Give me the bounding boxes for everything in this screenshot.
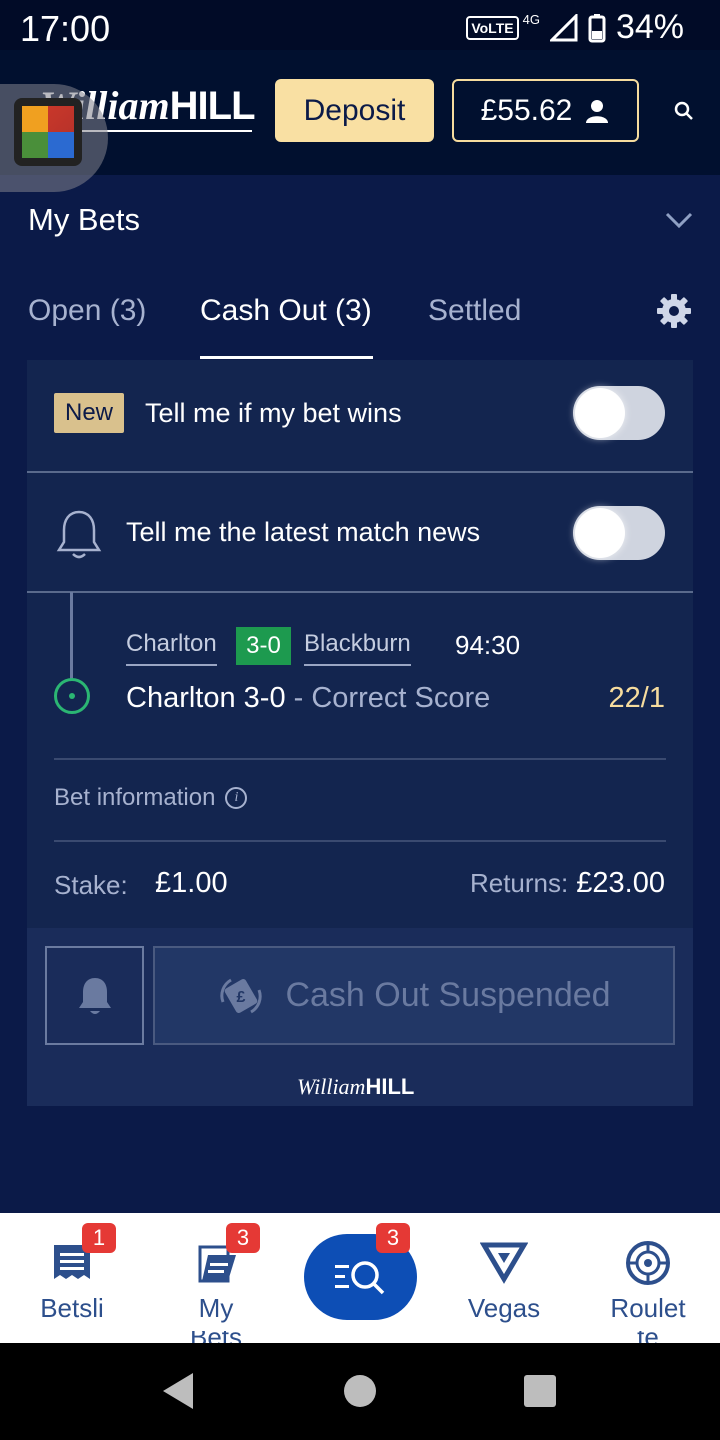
footer-logo: WilliamHILL — [297, 1074, 414, 1100]
market-name: - Correct Score — [285, 682, 491, 714]
divider — [54, 840, 666, 842]
my-bets-title[interactable]: My Bets — [28, 202, 140, 238]
bell-icon — [78, 977, 111, 1014]
account-balance-button[interactable]: £55.62 — [452, 79, 639, 142]
nav-item-roulette[interactable]: Roulet te — [576, 1213, 720, 1343]
footer-logo-bold: HILL — [365, 1074, 415, 1099]
my-bets-badge: 3 — [226, 1223, 260, 1253]
search-menu-badge: 3 — [376, 1223, 410, 1253]
network-type: 4G — [522, 12, 540, 27]
selection-name: Charlton 3-0 — [126, 682, 286, 714]
divider — [27, 591, 693, 593]
logo-bold: HILL — [169, 84, 256, 128]
chevron-down-icon[interactable] — [664, 208, 694, 232]
new-badge: New — [54, 393, 124, 433]
system-navigation-bar — [0, 1343, 720, 1440]
gear-icon[interactable] — [655, 292, 693, 330]
signal-icon — [549, 13, 578, 41]
nav-item-my-bets[interactable]: 3 My Bets — [144, 1213, 288, 1343]
returns-value: £23.00 — [576, 867, 665, 899]
vegas-icon — [480, 1242, 528, 1284]
stake-value: £1.00 — [155, 867, 228, 899]
divider — [27, 471, 693, 473]
back-icon[interactable] — [163, 1373, 193, 1409]
bell-icon — [56, 510, 102, 559]
status-icons: VoLTE 4G 34% — [466, 8, 684, 47]
svg-text:£: £ — [237, 989, 246, 1006]
battery-percent: 34% — [615, 8, 684, 46]
home-icon[interactable] — [344, 1375, 376, 1407]
tab-open[interactable]: Open (3) — [28, 294, 146, 328]
tab-settled[interactable]: Settled — [428, 294, 521, 328]
nav-label-my-bets: My — [198, 1293, 234, 1323]
nav-label-vegas: Vegas — [467, 1293, 541, 1323]
bet-selection: Charlton 3-0 - Correct Score — [126, 682, 490, 715]
returns-label: Returns: — [469, 868, 569, 898]
recent-apps-icon[interactable] — [524, 1375, 556, 1407]
divider — [54, 758, 666, 760]
roulette-icon — [626, 1241, 670, 1285]
match-clock: 94:30 — [455, 630, 521, 660]
bet-card: New Tell me if my bet wins Tell me the l… — [27, 360, 693, 1106]
home-team-link[interactable]: Charlton — [126, 630, 217, 666]
footer-logo-script: William — [297, 1074, 366, 1099]
away-team-link[interactable]: Blackburn — [304, 630, 411, 666]
returns: Returns: £23.00 — [470, 867, 665, 900]
match-news-toggle[interactable] — [573, 506, 665, 560]
nav-label-my-bets-line2: Bets — [144, 1331, 288, 1343]
bet-wins-toggle[interactable] — [573, 386, 665, 440]
bet-odds: 22/1 — [608, 682, 665, 714]
volte-icon: VoLTE — [466, 15, 519, 40]
nav-item-betslip[interactable]: 1 Betsli — [0, 1213, 144, 1343]
deposit-button[interactable]: Deposit — [275, 79, 434, 142]
betslip-badge: 1 — [82, 1223, 116, 1253]
nav-label-roulette: Roulet — [610, 1293, 686, 1323]
nav-label-roulette-line2: te — [576, 1331, 720, 1343]
tab-cash-out[interactable]: Cash Out (3) — [200, 294, 372, 328]
score-badge: 3-0 — [236, 627, 291, 665]
battery-icon — [588, 13, 606, 42]
action-bar: £ Cash Out Suspended WilliamHILL — [27, 928, 693, 1106]
bet-information-label: Bet information — [54, 784, 216, 811]
bottom-navigation: 1 Betsli 3 My Bets 3 Vegas — [0, 1213, 720, 1343]
bet-wins-label: Tell me if my bet wins — [145, 398, 402, 428]
floating-app-icon[interactable] — [14, 98, 82, 166]
user-icon — [586, 99, 609, 123]
match-news-label: Tell me the latest match news — [126, 517, 481, 547]
active-tab-indicator — [200, 356, 373, 359]
info-icon: i — [225, 787, 248, 809]
status-bar: 17:00 VoLTE 4G 34% — [0, 0, 720, 50]
search-icon[interactable] — [673, 100, 695, 122]
live-indicator-icon — [54, 678, 90, 714]
nav-item-vegas[interactable]: Vegas — [432, 1213, 576, 1343]
cash-out-button[interactable]: £ Cash Out Suspended — [153, 946, 675, 1045]
stake-label: Stake: — [54, 870, 128, 900]
nav-label-betslip: Betsli — [40, 1293, 104, 1323]
balance-amount: £55.62 — [480, 93, 573, 127]
cash-out-icon: £ — [220, 978, 263, 1013]
search-menu-icon — [334, 1261, 384, 1295]
bet-alerts-button[interactable] — [45, 946, 144, 1045]
bet-information-link[interactable]: Bet information i — [54, 784, 248, 812]
status-time: 17:00 — [20, 8, 111, 49]
cash-out-label: Cash Out Suspended — [285, 976, 611, 1014]
timeline-line — [70, 592, 73, 680]
